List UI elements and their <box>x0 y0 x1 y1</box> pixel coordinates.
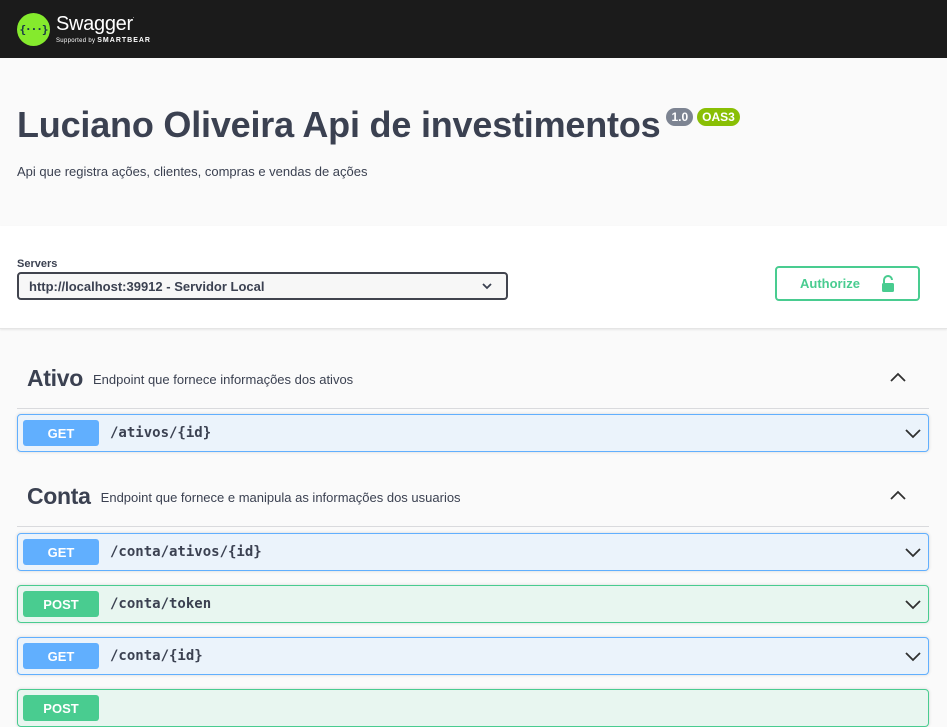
api-description: Api que registra ações, clientes, compra… <box>17 164 368 179</box>
brand-name: Swagger. <box>56 13 135 35</box>
operation-get-conta-id[interactable]: GET /conta/{id} <box>17 637 929 675</box>
operation-post-conta-token[interactable]: POST /conta/token <box>17 585 929 623</box>
chevron-up-icon[interactable] <box>889 371 907 383</box>
chevron-down-icon[interactable] <box>904 649 922 663</box>
topbar: {···} Swagger. Supported by SMARTBEAR <box>0 0 947 58</box>
chevron-up-icon[interactable] <box>889 489 907 501</box>
api-info: Luciano Oliveira Api de investimentos 1.… <box>0 58 947 226</box>
swagger-logo-icon[interactable]: {···} <box>17 12 50 46</box>
operation-get-ativos-id[interactable]: GET /ativos/{id} <box>17 414 929 452</box>
brand-block[interactable]: Swagger. Supported by SMARTBEAR <box>56 14 151 44</box>
servers-label: Servers <box>17 258 58 270</box>
tag-name: Ativo <box>27 365 84 391</box>
tag-description: Endpoint que fornece e manipula as infor… <box>100 490 461 505</box>
page-title: Luciano Oliveira Api de investimentos <box>17 104 661 145</box>
method-badge: GET <box>23 539 99 565</box>
chevron-down-icon <box>482 283 492 290</box>
tag-description: Endpoint que fornece informações dos ati… <box>93 372 354 387</box>
servers-select[interactable]: http://localhost:39912 - Servidor Local <box>17 272 508 300</box>
servers-section: Servers http://localhost:39912 - Servido… <box>0 226 947 329</box>
tag-name: Conta <box>27 483 91 509</box>
operation-path: /conta/token <box>110 596 212 612</box>
method-badge: POST <box>23 591 99 617</box>
title-row: Luciano Oliveira Api de investimentos 1.… <box>17 104 740 146</box>
method-badge: GET <box>23 420 99 446</box>
operation-post-partial[interactable]: POST <box>17 689 929 727</box>
authorize-label: Authorize <box>800 276 860 291</box>
operation-get-conta-ativos-id[interactable]: GET /conta/ativos/{id} <box>17 533 929 571</box>
version-badge: 1.0 <box>666 108 694 126</box>
chevron-down-icon[interactable] <box>904 597 922 611</box>
unlocked-lock-icon <box>882 275 894 292</box>
servers-selected-value: http://localhost:39912 - Servidor Local <box>29 278 265 294</box>
tag-section-ativo[interactable]: Ativo Endpoint que fornece informações d… <box>17 349 929 409</box>
brand-subtitle: Supported by SMARTBEAR <box>56 37 151 44</box>
oas-badge: OAS3 <box>697 108 740 126</box>
method-badge: POST <box>23 695 99 721</box>
authorize-button[interactable]: Authorize <box>775 266 920 301</box>
method-badge: GET <box>23 643 99 669</box>
tag-section-conta[interactable]: Conta Endpoint que fornece e manipula as… <box>17 467 929 527</box>
operation-path: /conta/{id} <box>110 648 203 664</box>
operation-path: /conta/ativos/{id} <box>110 544 262 560</box>
chevron-down-icon[interactable] <box>904 426 922 440</box>
chevron-down-icon[interactable] <box>904 545 922 559</box>
logo-mark: {···} <box>19 22 48 36</box>
operation-path: /ativos/{id} <box>110 425 212 441</box>
